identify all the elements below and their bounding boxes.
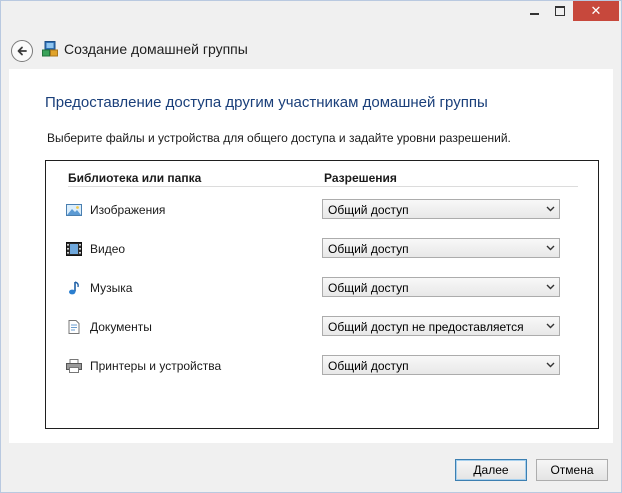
window-title: Создание домашней группы [64, 41, 248, 57]
row-label-music: Музыка [90, 281, 133, 295]
header-divider [68, 186, 578, 187]
maximize-icon [555, 6, 565, 16]
next-button[interactable]: Далее [455, 459, 527, 481]
chevron-down-icon [546, 323, 555, 329]
page-heading: Предоставление доступа другим участникам… [45, 94, 488, 111]
video-icon [66, 242, 82, 256]
permission-select-documents[interactable]: Общий доступ не предоставляется [322, 316, 560, 336]
select-value: Общий доступ [328, 281, 409, 295]
printer-icon [66, 359, 82, 373]
row-label-pictures: Изображения [90, 203, 166, 217]
minimize-icon [529, 13, 539, 15]
close-button[interactable]: ✕ [573, 1, 619, 21]
chevron-down-icon [546, 362, 555, 368]
homegroup-icon [42, 41, 58, 57]
permission-select-video[interactable]: Общий доступ [322, 238, 560, 258]
select-value: Общий доступ не предоставляется [328, 320, 524, 334]
music-icon [69, 281, 79, 295]
dialog-footer [1, 443, 621, 492]
column-header-permissions: Разрешения [324, 171, 397, 185]
back-arrow-icon [17, 46, 27, 56]
minimize-button[interactable] [521, 1, 547, 21]
select-value: Общий доступ [328, 359, 409, 373]
documents-icon [68, 320, 80, 334]
chevron-down-icon [546, 245, 555, 251]
sharing-table: Библиотека или папка Разрешения Изображе… [45, 160, 599, 429]
maximize-button[interactable] [547, 1, 573, 21]
permission-select-printers[interactable]: Общий доступ [322, 355, 560, 375]
chevron-down-icon [546, 206, 555, 212]
select-value: Общий доступ [328, 242, 409, 256]
select-value: Общий доступ [328, 203, 409, 217]
pictures-icon [66, 204, 82, 216]
column-header-library: Библиотека или папка [68, 171, 202, 185]
permission-select-pictures[interactable]: Общий доступ [322, 199, 560, 219]
cancel-button[interactable]: Отмена [536, 459, 608, 481]
close-icon: ✕ [590, 3, 602, 19]
row-label-printers: Принтеры и устройства [90, 359, 222, 373]
row-label-documents: Документы [90, 320, 152, 334]
row-label-video: Видео [90, 242, 126, 256]
page-description: Выберите файлы и устройства для общего д… [47, 131, 511, 145]
permission-select-music[interactable]: Общий доступ [322, 277, 560, 297]
content-area: Предоставление доступа другим участникам… [9, 69, 613, 443]
back-button[interactable] [11, 40, 33, 62]
chevron-down-icon [546, 284, 555, 290]
title-bar: ✕ Создание домашней группы [1, 1, 621, 69]
dialog-window: ✕ Создание домашней группы Предоставлени… [0, 0, 622, 493]
